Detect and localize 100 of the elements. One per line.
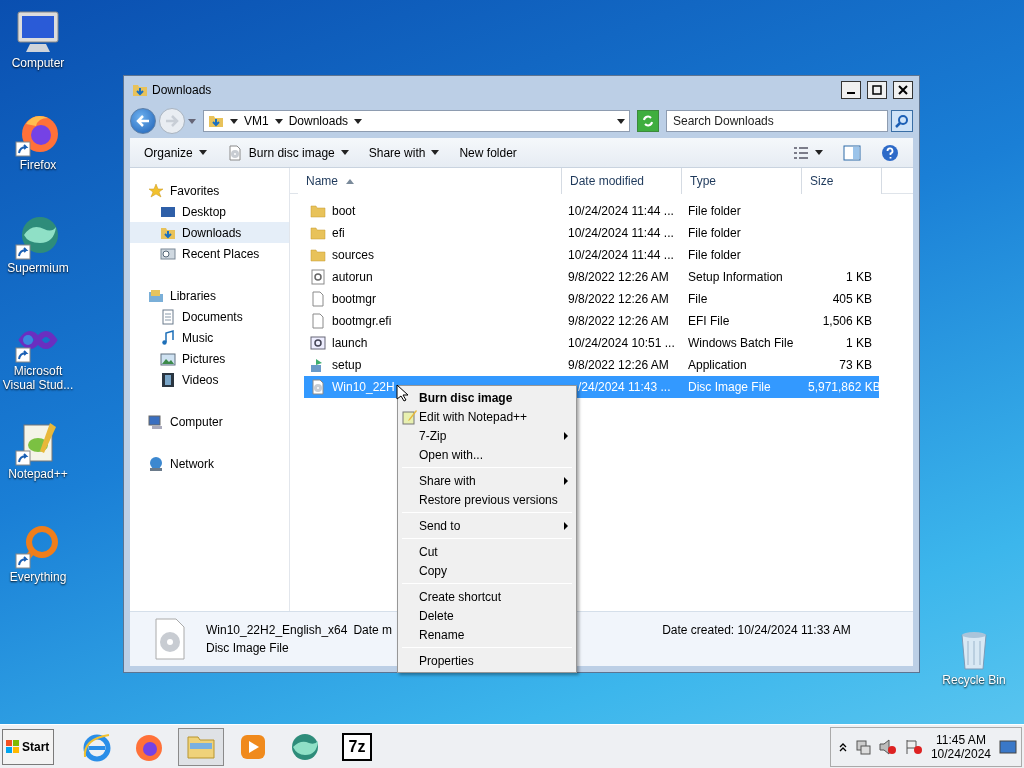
details-date-created: Date created: 10/24/2024 11:33 AM bbox=[662, 623, 851, 637]
file-row[interactable]: bootmgr.efi 9/8/2022 12:26 AM EFI File 1,506 KB bbox=[304, 310, 879, 332]
nav-item[interactable]: Libraries bbox=[130, 285, 289, 306]
toolbar-button[interactable]: New folder bbox=[451, 142, 525, 163]
desktop-shortcut[interactable]: Everything bbox=[0, 522, 76, 584]
breadcrumb-caret-icon bbox=[230, 118, 238, 124]
flag-icon[interactable] bbox=[904, 738, 923, 755]
type-cell-text: File folder bbox=[687, 204, 742, 218]
file-row[interactable]: launch 10/24/2024 10:51 ... Windows Batch File 1 KB bbox=[304, 332, 879, 354]
search-field[interactable]: Search Downloads bbox=[666, 110, 888, 132]
type-cell-text: File bbox=[687, 292, 709, 306]
mouse-pointer-icon bbox=[396, 384, 408, 402]
menu-item[interactable]: Cut bbox=[400, 542, 574, 561]
date-cell-text: 10/24/2024 11:44 ... bbox=[567, 226, 675, 240]
back-button[interactable] bbox=[130, 108, 156, 134]
date-cell-text: 9/8/2022 12:26 AM bbox=[567, 358, 670, 372]
menu-item[interactable]: Rename bbox=[400, 625, 574, 644]
maximize-button[interactable] bbox=[867, 81, 887, 99]
breadcrumb-caret-icon bbox=[354, 118, 363, 124]
file-row[interactable]: bootmgr 9/8/2022 12:26 AM File 405 KB bbox=[304, 288, 879, 310]
start-button[interactable]: Start bbox=[2, 728, 54, 765]
show-desktop-icon[interactable] bbox=[999, 739, 1017, 754]
file-row[interactable]: autorun 9/8/2022 12:26 AM Setup Information 1 KB bbox=[304, 266, 879, 288]
type-cell-text: Application bbox=[687, 358, 748, 372]
column-header[interactable]: Size bbox=[802, 168, 882, 194]
column-header[interactable]: Type bbox=[682, 168, 802, 194]
date-cell-text: 9/8/2022 12:26 AM bbox=[567, 314, 670, 328]
clock-date: 10/24/2024 bbox=[930, 746, 991, 761]
network-icon[interactable] bbox=[854, 738, 871, 755]
menu-item[interactable]: Send to bbox=[400, 516, 574, 535]
type-cell-text: Windows Batch File bbox=[687, 336, 795, 350]
taskbar-app[interactable]: 7z bbox=[334, 727, 380, 766]
menu-item[interactable]: Properties bbox=[400, 651, 574, 670]
desktop-shortcut[interactable]: Microsoft Visual Stud... bbox=[0, 316, 76, 392]
menu-item[interactable]: Share with bbox=[400, 471, 574, 490]
back-arrow-icon bbox=[136, 115, 150, 127]
preview-pane-icon bbox=[843, 144, 861, 161]
nav-item[interactable]: Network bbox=[130, 453, 289, 474]
view-list-icon bbox=[793, 145, 809, 160]
breadcrumb-item[interactable]: VM1 bbox=[244, 114, 269, 128]
address-dropdown-icon bbox=[617, 118, 625, 124]
desktop-shortcut[interactable]: Computer bbox=[0, 8, 76, 70]
toolbar-button[interactable]: Share with bbox=[360, 142, 448, 163]
size-cell-text: 1,506 KB bbox=[821, 314, 873, 328]
close-button[interactable] bbox=[893, 81, 913, 99]
file-row[interactable]: efi 10/24/2024 11:44 ... File folder bbox=[304, 222, 879, 244]
toolbar-button[interactable]: Burn disc image bbox=[218, 141, 357, 164]
menu-item[interactable]: Create shortcut bbox=[400, 587, 574, 606]
date-cell-text: 9/8/2022 12:26 AM bbox=[567, 270, 670, 284]
file-icon bbox=[310, 313, 326, 329]
file-name: setup bbox=[332, 358, 362, 372]
refresh-button[interactable] bbox=[637, 110, 659, 132]
nav-item[interactable]: Music bbox=[130, 327, 289, 348]
breadcrumb-caret-icon bbox=[274, 118, 283, 124]
file-name: bootmgr bbox=[332, 292, 377, 306]
column-header[interactable]: Name bbox=[298, 168, 562, 194]
menu-item[interactable]: Delete bbox=[400, 606, 574, 625]
app-label: 7z bbox=[342, 732, 372, 761]
menu-item[interactable]: 7-Zip bbox=[400, 426, 574, 445]
search-button[interactable] bbox=[891, 110, 913, 132]
file-name: efi bbox=[332, 226, 345, 240]
file-name: boot bbox=[332, 204, 356, 218]
nav-item[interactable]: Computer bbox=[130, 411, 289, 432]
column-header[interactable]: Date modified bbox=[562, 168, 682, 194]
taskbar-app[interactable] bbox=[178, 727, 224, 766]
nav-item[interactable]: Documents bbox=[130, 306, 289, 327]
nav-item[interactable]: Desktop bbox=[130, 201, 289, 222]
details-file-type: Disc Image File bbox=[206, 641, 290, 655]
file-row[interactable]: sources 10/24/2024 11:44 ... File folder bbox=[304, 244, 879, 266]
desktop-shortcut[interactable]: Firefox bbox=[0, 110, 76, 172]
menu-item[interactable]: Copy bbox=[400, 561, 574, 580]
document-icon bbox=[160, 308, 176, 325]
nav-item[interactable]: Videos bbox=[130, 369, 289, 390]
file-row[interactable]: setup 9/8/2022 12:26 AM Application 73 KB bbox=[304, 354, 879, 376]
size-cell-text: 73 KB bbox=[838, 358, 873, 372]
gear-window-icon bbox=[310, 335, 326, 351]
menu-item[interactable]: Open with... bbox=[400, 445, 574, 464]
breadcrumb-item[interactable]: Downloads bbox=[288, 114, 349, 128]
submenu-arrow-icon bbox=[564, 476, 568, 485]
desktop-shortcut[interactable]: Supermium bbox=[0, 213, 76, 275]
date-cell-text: 10/24/2024 10:51 ... bbox=[567, 336, 676, 350]
menu-item[interactable]: Edit with Notepad++ bbox=[400, 407, 574, 426]
address-bar[interactable]: VM1 Downloads bbox=[203, 110, 630, 132]
nav-item[interactable]: Recent Places bbox=[130, 243, 289, 264]
desktop-shortcut[interactable]: Notepad++ bbox=[0, 419, 76, 481]
file-row[interactable]: boot 10/24/2024 11:44 ... File folder bbox=[304, 200, 879, 222]
nav-item[interactable]: Favorites bbox=[130, 180, 289, 201]
date-cell-text: 10/24/2024 11:44 ... bbox=[567, 248, 675, 262]
menu-item[interactable]: Restore previous versions bbox=[400, 490, 574, 509]
window-title: Downloads bbox=[152, 83, 213, 97]
nav-item[interactable]: Pictures bbox=[130, 348, 289, 369]
minimize-button[interactable] bbox=[841, 81, 861, 99]
details-file-name: Win10_22H2_English_x64 bbox=[206, 623, 348, 637]
file-name: launch bbox=[332, 336, 368, 350]
speaker-muted-icon[interactable] bbox=[878, 738, 897, 755]
close-icon bbox=[898, 85, 908, 95]
chevron-up-icon[interactable] bbox=[838, 741, 847, 752]
disc-file-icon bbox=[226, 144, 243, 161]
toolbar-button[interactable]: Organize bbox=[136, 142, 215, 163]
nav-item[interactable]: Downloads bbox=[130, 222, 289, 243]
